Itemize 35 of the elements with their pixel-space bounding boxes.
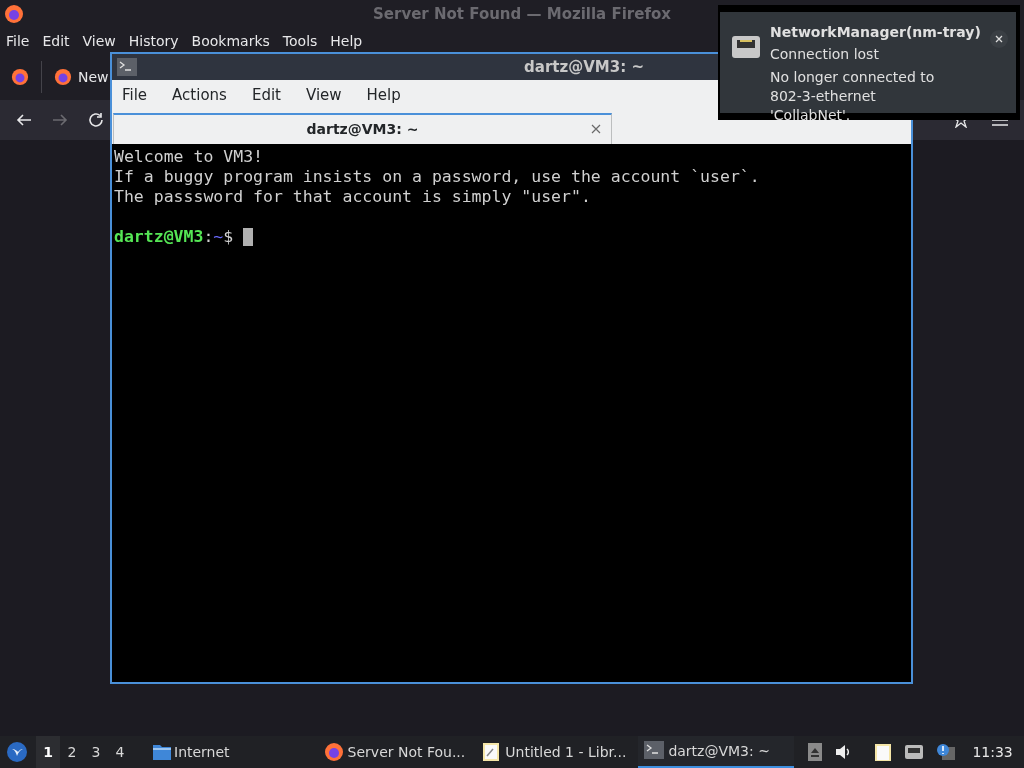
notification-summary: Connection lost (770, 45, 880, 64)
window-title: dartz@VM3: ~ (523, 56, 644, 78)
menu-item[interactable]: File (6, 30, 30, 52)
menu-item[interactable]: Help (330, 30, 363, 52)
window-title: Server Not Found — Mozilla Firefox (372, 3, 671, 25)
menu-item[interactable]: Actions (172, 83, 227, 107)
menu-item[interactable]: File (122, 83, 148, 107)
taskbar-button[interactable]: dartz@VM3: ~ (638, 736, 795, 768)
terminal-line: The passsword for that account is simply "user". (114, 187, 592, 207)
notification-title: NetworkManager(nm-tray) (770, 23, 980, 42)
menu-item[interactable]: View (305, 83, 342, 107)
menu-item[interactable]: Edit (251, 83, 281, 107)
menu-item[interactable]: Tools (282, 30, 318, 52)
menu-item[interactable]: Edit (42, 30, 70, 52)
workspace-button[interactable]: 3 (84, 736, 108, 768)
prompt-user-host: dartz@VM3 (114, 227, 204, 247)
prompt-symbol: $ (223, 227, 234, 247)
workspace-button[interactable]: 2 (60, 736, 84, 768)
notification-body: No longer connected to 802-3-ethernet 'CollabNet'. (770, 68, 936, 125)
terminal-tab[interactable]: dartz@VM3: ~ (113, 113, 612, 144)
terminal-line: If a buggy program insists on a password, use the account `user`. (114, 167, 761, 187)
terminal-line: Welcome to VM3! (114, 147, 264, 167)
launcher-button[interactable]: Internet (152, 741, 230, 763)
prompt-path: ~ (213, 227, 224, 247)
menu-item[interactable]: History (128, 30, 179, 52)
menu-item[interactable]: Help (366, 83, 401, 107)
taskbar-button[interactable]: Untitled 1 - Libr... (477, 736, 631, 768)
taskbar-button[interactable]: Server Not Fou... (319, 736, 470, 768)
workspace-button[interactable]: 1 (36, 736, 60, 768)
menu-item[interactable]: Bookmarks (191, 30, 270, 52)
clock[interactable]: 11:33 (972, 741, 1013, 763)
tab-title[interactable]: New (78, 66, 109, 88)
workspace-button[interactable]: 4 (108, 736, 132, 768)
menu-item[interactable]: View (82, 30, 116, 52)
prompt-separator: : (203, 227, 214, 247)
